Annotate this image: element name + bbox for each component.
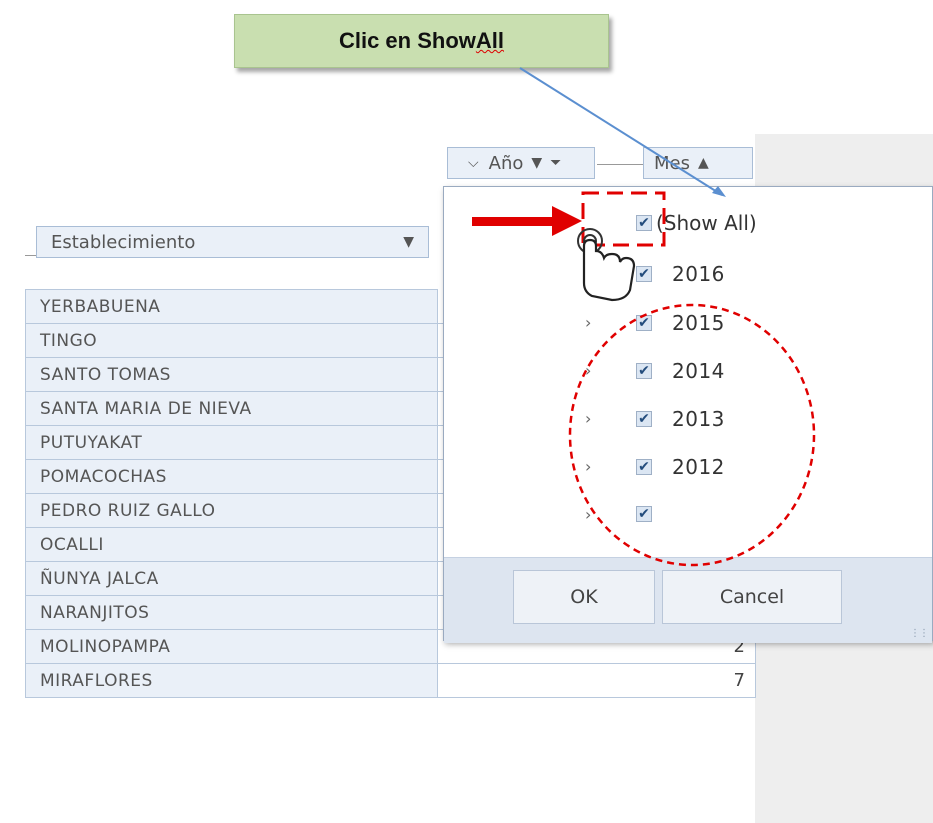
highlight-ellipse xyxy=(568,303,816,567)
hand-pointer-icon xyxy=(577,228,636,302)
red-arrow-head xyxy=(552,206,582,236)
connector-arrowhead xyxy=(712,186,726,197)
annotation-overlay xyxy=(472,67,816,567)
connector-line xyxy=(519,67,723,196)
red-arrow-shaft xyxy=(472,217,554,226)
